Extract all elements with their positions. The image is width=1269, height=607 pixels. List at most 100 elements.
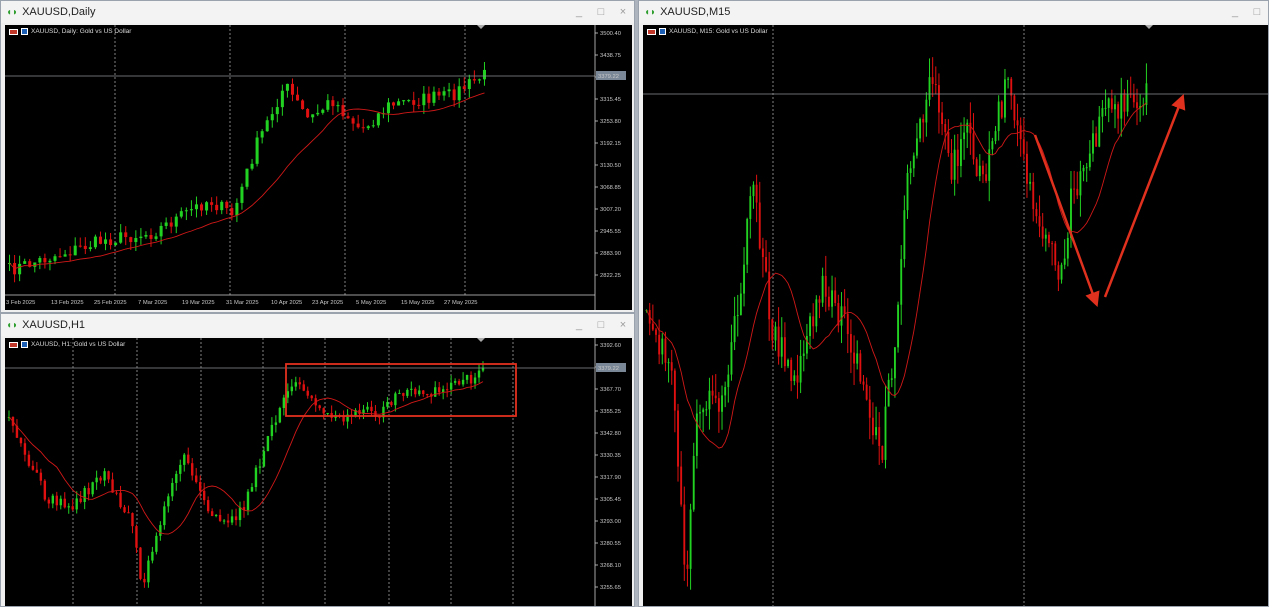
candle: [1066, 237, 1069, 259]
candle: [290, 386, 294, 392]
candle: [1007, 78, 1010, 80]
price-tick-label: 3293.00: [600, 519, 621, 525]
candle: [254, 467, 258, 488]
candle: [727, 374, 730, 388]
candle: [746, 218, 749, 265]
price-tick-label: 3438.75: [600, 53, 621, 59]
minimize-button[interactable]: _: [568, 319, 590, 331]
candle: [371, 125, 375, 127]
symbol-icon: [659, 28, 666, 35]
candle: [473, 377, 477, 384]
candle: [453, 381, 457, 383]
daily-chart-canvas[interactable]: XAUUSD, Daily: Gold vs US Dollar 3500.40…: [5, 25, 632, 310]
price-tick-label: 2945.55: [600, 229, 621, 235]
candle: [686, 564, 689, 569]
daily-chart-window[interactable]: ◖◗ XAUUSD,Daily _ □ × XAUUSD, Daily: Gol…: [0, 0, 635, 313]
candle: [667, 362, 670, 364]
flag-icon: [647, 28, 656, 35]
maximize-button[interactable]: □: [590, 319, 612, 331]
price-tick-label: 3342.80: [600, 431, 621, 437]
candle: [903, 210, 906, 260]
candle: [402, 393, 405, 396]
candle: [412, 100, 416, 105]
minimize-button[interactable]: _: [568, 6, 590, 18]
candle: [780, 337, 783, 357]
shift-marker-icon: [477, 338, 485, 342]
candle: [1016, 120, 1019, 126]
symbol-icon: [21, 341, 28, 348]
candle: [859, 353, 862, 382]
candle: [134, 238, 138, 243]
chart-window-icon: ◖◗: [6, 319, 19, 331]
minimize-button[interactable]: _: [1224, 6, 1246, 18]
candle: [934, 83, 937, 86]
maximize-button[interactable]: □: [1246, 6, 1268, 18]
date-tick-label: 31 Mar 2025: [226, 300, 259, 306]
date-tick-label: 10 Apr 2025: [271, 300, 302, 306]
candle: [154, 236, 158, 239]
date-tick-label: 5 May 2025: [356, 300, 386, 306]
candle: [129, 237, 133, 243]
candle: [410, 388, 413, 390]
candle: [58, 256, 62, 258]
candle: [761, 248, 764, 258]
candle: [777, 326, 780, 357]
candle: [809, 316, 811, 337]
candle: [755, 184, 758, 203]
h1-chart-svg: 3392.60 3379.22 3367.70 3355.25 3342.80 3330.…: [5, 338, 626, 606]
m15-chart-canvas[interactable]: XAUUSD, M15: Gold vs US Dollar: [643, 25, 1268, 606]
candle: [909, 168, 912, 174]
down-arrow-annotation: [1033, 134, 1100, 308]
candle: [461, 379, 465, 385]
candle: [169, 222, 173, 227]
candle: [683, 504, 686, 565]
candle: [187, 454, 190, 464]
candle: [469, 374, 473, 384]
price-tick-label: 3068.85: [600, 185, 621, 191]
close-button[interactable]: ×: [612, 6, 634, 18]
h1-chart-canvas[interactable]: XAUUSD, H1: Gold vs US Dollar 3392.60 337…: [5, 338, 632, 606]
candle: [361, 127, 365, 129]
candle: [711, 390, 714, 396]
price-tick-label: 3305.45: [600, 497, 621, 503]
candle: [651, 323, 654, 330]
candle: [426, 394, 429, 396]
candle: [884, 406, 887, 460]
candle: [1117, 104, 1120, 119]
candle: [1057, 265, 1060, 280]
candle: [175, 473, 178, 483]
candle: [417, 104, 421, 106]
candle: [336, 105, 340, 107]
candle: [900, 259, 903, 305]
candle: [206, 500, 210, 512]
m15-window-titlebar[interactable]: ◖◗ XAUUSD,M15 _ □: [639, 1, 1268, 23]
h1-window-titlebar[interactable]: ◖◗ XAUUSD,H1 _ □ ×: [1, 314, 634, 336]
candle: [220, 201, 224, 211]
candle: [265, 120, 269, 132]
consolidation-box-annotation: [285, 363, 517, 417]
candle: [796, 375, 799, 383]
candle: [98, 236, 102, 244]
candle: [1136, 102, 1138, 109]
candle: [482, 69, 486, 80]
candle: [802, 353, 805, 356]
candle: [868, 399, 871, 418]
m15-window-title: XAUUSD,M15: [660, 6, 731, 18]
current-price-label: 3379.22: [598, 74, 619, 80]
daily-window-titlebar[interactable]: ◖◗ XAUUSD,Daily _ □ ×: [1, 1, 634, 23]
price-tick-label: 2822.25: [600, 273, 621, 279]
h1-chart-window[interactable]: ◖◗ XAUUSD,H1 _ □ × XAUUSD, H1: Gold vs U…: [0, 313, 635, 607]
candle: [78, 245, 82, 247]
candle: [422, 93, 426, 106]
candle: [310, 395, 313, 399]
candle: [119, 232, 123, 243]
candle: [103, 471, 106, 481]
candle: [1022, 139, 1025, 154]
close-button[interactable]: ×: [612, 319, 634, 331]
date-tick-label: 25 Feb 2025: [94, 300, 127, 306]
candle: [258, 466, 262, 468]
maximize-button[interactable]: □: [590, 6, 612, 18]
candle: [47, 499, 51, 504]
m15-chart-window[interactable]: ◖◗ XAUUSD,M15 _ □ XAUUSD, M15: Gold vs U…: [638, 0, 1269, 607]
candle: [941, 112, 944, 125]
